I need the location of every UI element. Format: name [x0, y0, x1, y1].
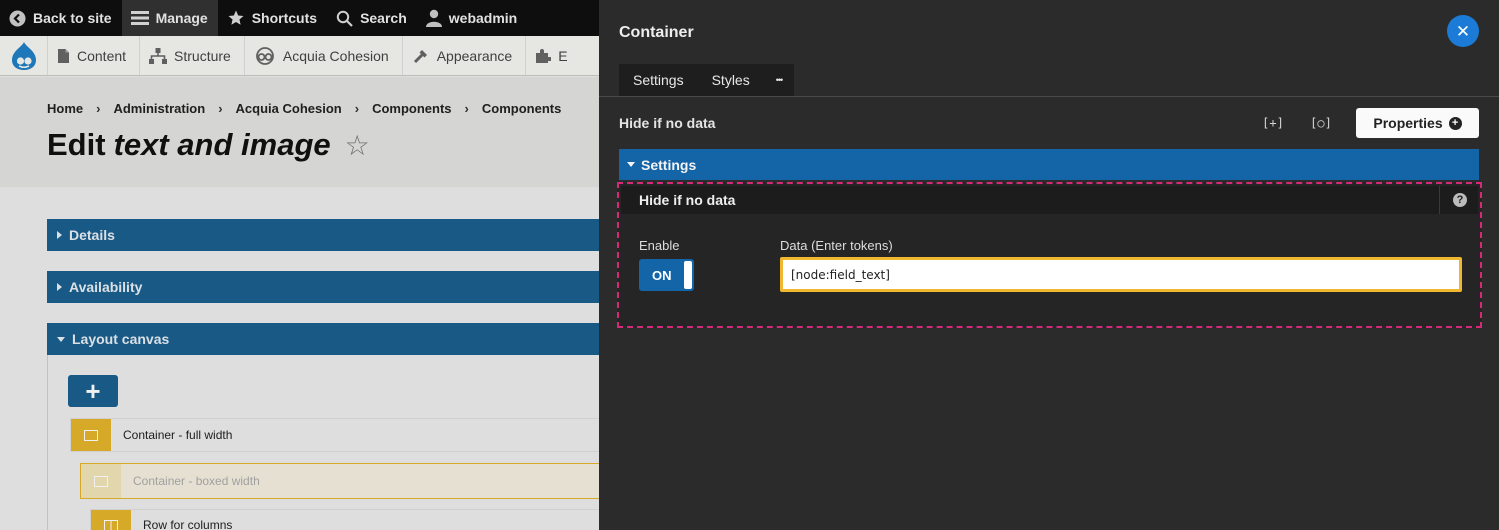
data-tokens-input[interactable] [780, 257, 1462, 292]
tray-item-structure[interactable]: Structure [140, 36, 245, 75]
breadcrumb-separator: › [464, 101, 469, 116]
component-label: Row for columns [143, 518, 233, 530]
manage-tab[interactable]: Manage [121, 0, 218, 36]
admin-page: Back to site Manage Shortcuts Search web… [0, 0, 600, 530]
user-label: webadmin [448, 10, 518, 26]
panel-tabs: Settings Styles ••• [619, 64, 795, 96]
columns-icon [91, 510, 131, 530]
shortcut-star-icon[interactable]: ☆ [345, 129, 370, 162]
breadcrumb-separator: › [354, 101, 360, 116]
help-divider [1439, 186, 1440, 214]
container-icon [71, 419, 111, 451]
breadcrumb-home[interactable]: Home [47, 101, 83, 116]
back-to-site-link[interactable]: Back to site [0, 0, 122, 36]
tray-item-appearance[interactable]: Appearance [403, 36, 527, 75]
tray-item-appearance-label: Appearance [436, 47, 513, 64]
page-title-prefix: Edit [47, 127, 106, 162]
back-arrow-icon [9, 10, 26, 26]
page-title-emphasis: text and image [113, 127, 331, 162]
page-header: Home › Administration › Acquia Cohesion … [0, 77, 600, 187]
collapse-all-icon[interactable]: [○] [1307, 112, 1335, 134]
enable-toggle[interactable]: ON [639, 259, 694, 291]
plus-icon: + [85, 376, 101, 406]
tab-settings[interactable]: Settings [619, 64, 698, 96]
component-label: Container - full width [123, 428, 233, 442]
tray-item-extend-label: E [558, 47, 568, 64]
brush-icon [413, 49, 427, 63]
breadcrumb-separator: › [218, 101, 223, 116]
page-title: Edit text and image ☆ [47, 127, 370, 163]
drupal-logo-icon[interactable] [0, 36, 48, 75]
component-row-for-columns[interactable]: Row for columns [90, 509, 600, 530]
breadcrumb-components-2[interactable]: Components [482, 101, 561, 116]
tray-item-extend[interactable]: E [526, 36, 580, 75]
cohesion-icon [255, 46, 274, 65]
tray-item-content[interactable]: Content [48, 36, 141, 75]
toggle-state-label: ON [652, 267, 672, 283]
layout-canvas-section-label: Layout canvas [72, 331, 170, 347]
component-container-full-width[interactable]: Container - full width [70, 418, 600, 452]
details-section-label: Details [69, 227, 115, 243]
tabs-divider [599, 96, 1499, 97]
availability-section-toggle[interactable]: Availability [47, 271, 600, 303]
properties-label: Properties [1373, 115, 1443, 131]
caret-right-icon [57, 283, 62, 291]
add-component-button[interactable]: + [68, 375, 118, 407]
hamburger-icon [130, 11, 149, 25]
close-icon: ✕ [1455, 21, 1471, 41]
caret-down-icon [627, 162, 635, 167]
tray-item-acquia-cohesion[interactable]: Acquia Cohesion [245, 36, 403, 75]
admin-tray: Content Structure Acquia Cohesion Appear… [0, 36, 600, 76]
admin-toolbar: Back to site Manage Shortcuts Search web… [0, 0, 600, 36]
panel-title: Container [619, 24, 694, 41]
hide-if-no-data-form: Hide if no data ? Enable ON Data (Enter … [617, 182, 1482, 328]
breadcrumb-administration[interactable]: Administration [113, 101, 205, 116]
container-settings-panel: Container ✕ Settings Styles ••• Hide if … [599, 0, 1499, 530]
star-icon [228, 10, 244, 25]
data-tokens-label: Data (Enter tokens) [780, 238, 893, 253]
manage-label: Manage [155, 10, 208, 26]
settings-accordion-label: Settings [641, 156, 697, 173]
form-title: Hide if no data [639, 192, 736, 208]
layout-canvas-section-toggle[interactable]: Layout canvas [47, 323, 600, 355]
search-icon [336, 10, 353, 27]
breadcrumb-acquia-cohesion[interactable]: Acquia Cohesion [236, 101, 342, 116]
structure-icon [149, 47, 168, 64]
details-section-toggle[interactable]: Details [47, 219, 600, 251]
tray-item-acquia-cohesion-label: Acquia Cohesion [282, 47, 389, 64]
container-icon [81, 464, 121, 498]
shortcuts-label: Shortcuts [251, 10, 318, 26]
section-label: Hide if no data [619, 115, 716, 131]
expand-all-icon[interactable]: [+] [1259, 112, 1287, 134]
breadcrumb-separator: › [96, 101, 101, 116]
tray-item-structure-label: Structure [174, 47, 231, 64]
search-label: Search [360, 10, 407, 26]
tray-item-content-label: Content [77, 47, 127, 64]
tab-more-icon[interactable]: ••• [764, 64, 794, 96]
close-button[interactable]: ✕ [1447, 15, 1479, 47]
component-label: Container - boxed width [133, 474, 260, 488]
settings-accordion-header[interactable]: Settings [619, 149, 1479, 180]
shortcuts-tab[interactable]: Shortcuts [218, 0, 327, 36]
availability-section-label: Availability [69, 279, 143, 295]
document-icon [58, 48, 69, 63]
tab-styles[interactable]: Styles [698, 64, 764, 96]
puzzle-icon [536, 48, 552, 63]
caret-down-icon [57, 336, 65, 342]
breadcrumb: Home › Administration › Acquia Cohesion … [47, 101, 561, 116]
caret-right-icon [57, 231, 62, 239]
form-header: Hide if no data ? [621, 186, 1478, 214]
user-tab[interactable]: webadmin [417, 0, 527, 36]
enable-label: Enable [639, 238, 680, 253]
breadcrumb-components[interactable]: Components [372, 101, 451, 116]
toggle-knob [684, 261, 692, 289]
plus-circle-icon: + [1448, 116, 1462, 130]
user-icon [425, 9, 442, 27]
help-icon[interactable]: ? [1453, 193, 1467, 207]
back-to-site-label: Back to site [33, 10, 112, 26]
component-container-boxed-width[interactable]: Container - boxed width [80, 463, 600, 499]
search-tab[interactable]: Search [327, 0, 417, 36]
properties-button[interactable]: Properties + [1356, 108, 1479, 138]
